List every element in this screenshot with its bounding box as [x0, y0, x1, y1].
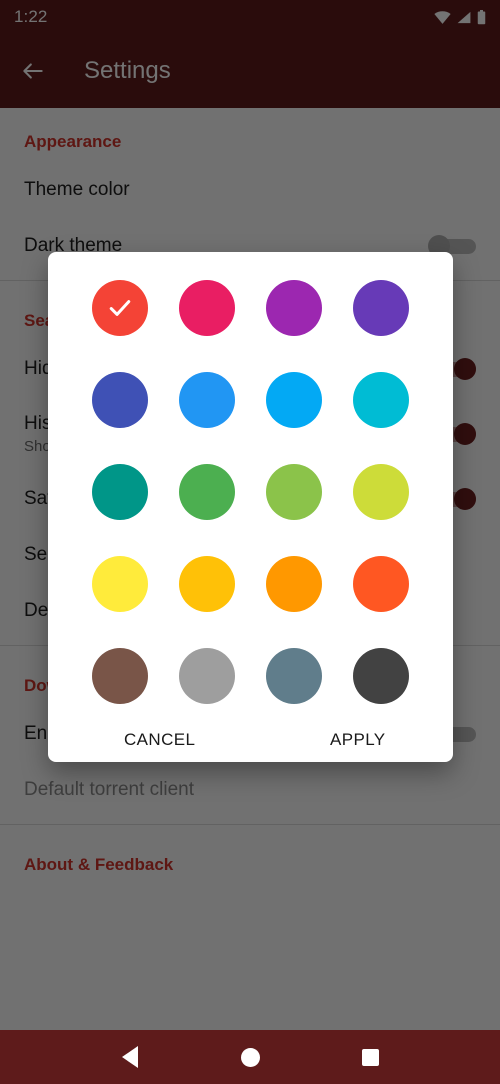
color-swatch-orange[interactable]	[266, 556, 323, 612]
color-swatch-green[interactable]	[178, 464, 235, 520]
color-swatch-pink[interactable]	[178, 280, 235, 336]
color-swatch-cyan[interactable]	[353, 372, 410, 428]
color-swatch-blue[interactable]	[178, 372, 235, 428]
system-navigation-bar	[0, 1030, 500, 1084]
color-swatch-teal[interactable]	[91, 464, 148, 520]
color-swatch-yellow[interactable]	[91, 556, 148, 612]
color-swatch-light-blue[interactable]	[266, 372, 323, 428]
nav-home-button[interactable]	[226, 1033, 274, 1081]
color-swatch-blue-grey[interactable]	[266, 648, 323, 704]
dialog-action-bar: CANCEL APPLY	[48, 704, 453, 762]
color-swatch-brown[interactable]	[91, 648, 148, 704]
theme-color-picker-dialog: CANCEL APPLY	[48, 252, 453, 762]
nav-recents-icon	[361, 1048, 379, 1066]
color-swatch-red[interactable]	[91, 280, 148, 336]
nav-recents-button[interactable]	[346, 1033, 394, 1081]
color-swatch-indigo[interactable]	[91, 372, 148, 428]
color-swatch-purple[interactable]	[266, 280, 323, 336]
color-swatch-dark-grey[interactable]	[353, 648, 410, 704]
color-swatch-lime[interactable]	[353, 464, 410, 520]
color-swatch-amber[interactable]	[178, 556, 235, 612]
nav-back-icon	[122, 1046, 138, 1068]
nav-home-icon	[240, 1047, 260, 1067]
color-swatch-light-green[interactable]	[266, 464, 323, 520]
nav-back-button[interactable]	[106, 1033, 154, 1081]
color-swatch-deep-orange[interactable]	[353, 556, 410, 612]
color-swatch-grey[interactable]	[178, 648, 235, 704]
check-icon	[92, 280, 148, 336]
cancel-button[interactable]: CANCEL	[114, 722, 205, 758]
color-swatch-grid	[48, 270, 453, 704]
apply-button[interactable]: APPLY	[320, 722, 396, 758]
color-swatch-deep-purple[interactable]	[353, 280, 410, 336]
phone-screen: 1:22 Settings Appearanc	[0, 0, 500, 1084]
